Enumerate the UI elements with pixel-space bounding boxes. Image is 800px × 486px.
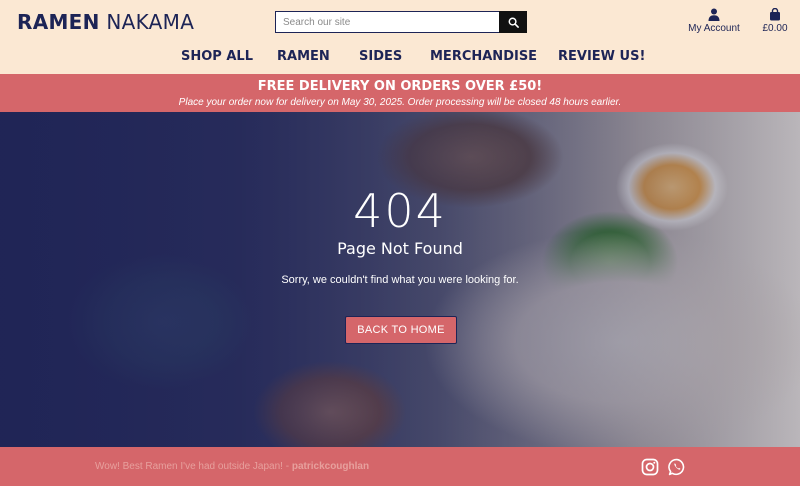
- review-text: Wow! Best Ramen I've had outside Japan! …: [95, 461, 290, 472]
- my-account-link[interactable]: My Account: [686, 8, 742, 34]
- search-bar: [275, 11, 527, 33]
- whatsapp-icon[interactable]: [668, 458, 686, 476]
- review-quote: Wow! Best Ramen I've had outside Japan! …: [95, 461, 369, 472]
- promo-subtitle: Place your order now for delivery on May…: [178, 97, 622, 108]
- search-input[interactable]: [275, 11, 499, 33]
- nav-item-sides[interactable]: SIDES: [359, 49, 402, 64]
- error-message: Sorry, we couldn't find what you were lo…: [281, 274, 519, 286]
- error-heading: Page Not Found: [337, 239, 463, 258]
- site-footer: Wow! Best Ramen I've had outside Japan! …: [0, 447, 800, 486]
- bag-total: £0.00: [762, 23, 788, 34]
- nav-item-merchandise[interactable]: MERCHANDISE: [430, 49, 537, 64]
- back-to-home-button[interactable]: BACK TO HOME: [345, 316, 457, 344]
- shopping-bag-link[interactable]: £0.00: [758, 8, 792, 34]
- promo-title: FREE DELIVERY ON ORDERS OVER £50!: [257, 79, 543, 94]
- promo-banner: FREE DELIVERY ON ORDERS OVER £50! Place …: [0, 74, 800, 112]
- hero-section: 404 Page Not Found Sorry, we couldn't fi…: [0, 112, 800, 447]
- instagram-icon[interactable]: [641, 458, 659, 476]
- main-nav: SHOP ALL RAMEN SIDES MERCHANDISE REVIEW …: [0, 49, 800, 67]
- user-icon: [708, 8, 720, 21]
- my-account-label: My Account: [688, 23, 740, 34]
- nav-item-review-us[interactable]: REVIEW US!: [558, 49, 645, 64]
- error-code: 404: [353, 184, 447, 238]
- nav-item-ramen[interactable]: RAMEN: [277, 49, 330, 64]
- brand-name-bold: RAMEN: [17, 10, 100, 34]
- site-header: RAMEN NAKAMA My Account £0.00 SHOP ALL R…: [0, 0, 800, 74]
- brand-name-rest: NAKAMA: [106, 10, 195, 34]
- brand-logo[interactable]: RAMEN NAKAMA: [17, 10, 194, 34]
- search-button[interactable]: [499, 11, 527, 33]
- nav-item-shop-all[interactable]: SHOP ALL: [181, 49, 253, 64]
- review-author: patrickcoughlan: [291, 461, 370, 472]
- shopping-bag-icon: [770, 8, 780, 21]
- search-icon: [508, 17, 519, 28]
